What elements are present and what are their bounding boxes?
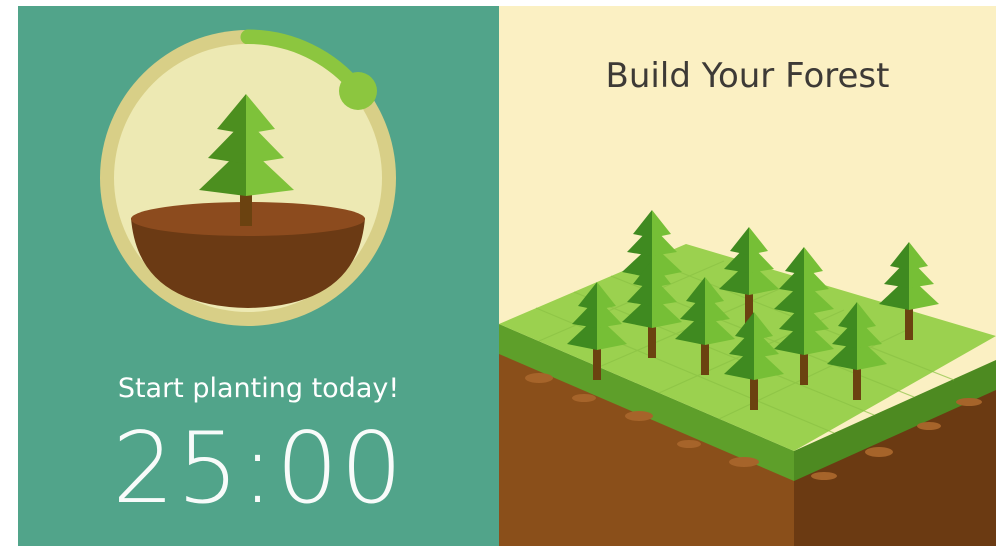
- timer-panel: Start planting today! 25:00: [18, 6, 499, 546]
- forest-panel: Build Your Forest: [499, 6, 996, 546]
- screenshot-frame: Start planting today! 25:00 Build Your F…: [0, 0, 1002, 551]
- forest-title: Build Your Forest: [605, 56, 890, 96]
- timer-readout: 25:00: [112, 412, 405, 526]
- tagline-text: Start planting today!: [117, 373, 400, 404]
- timer-progress-knob[interactable]: [339, 72, 377, 110]
